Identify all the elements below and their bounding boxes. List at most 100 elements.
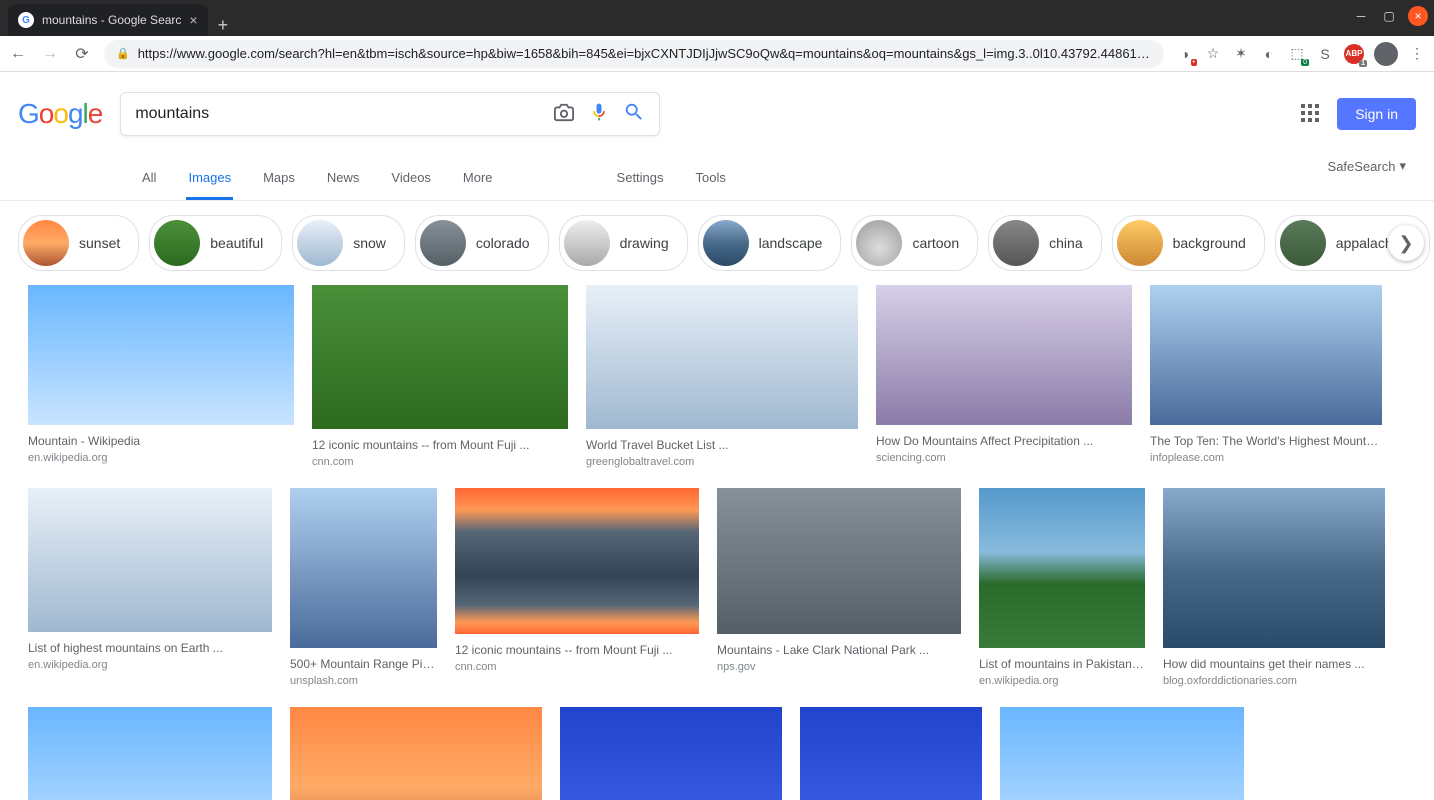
related-chips-row: sunsetbeautifulsnow colorado drawing landsc… <box>0 201 1434 285</box>
extension-icon[interactable]: ◐ <box>1260 45 1278 63</box>
result-thumb <box>455 488 699 634</box>
result-title: 500+ Mountain Range Pict... <box>290 656 437 673</box>
nav-tab-videos[interactable]: Videos <box>389 158 433 200</box>
mic-icon[interactable] <box>589 102 609 127</box>
forward-icon[interactable]: → <box>40 45 60 63</box>
image-result[interactable]: The Top Ten: The World's Highest Mountai… <box>1150 285 1382 464</box>
adblock-icon[interactable]: ABP1 <box>1344 44 1364 64</box>
settings-link[interactable]: Settings <box>615 158 666 200</box>
chip-snow[interactable]: snow <box>292 215 405 271</box>
result-source: infoplease.com <box>1150 452 1382 464</box>
result-thumb <box>1163 488 1385 648</box>
chip-cartoon[interactable]: cartoon <box>851 215 978 271</box>
chip-colorado[interactable]: colorado <box>415 215 549 271</box>
result-thumb <box>312 285 568 429</box>
nav-tab-all[interactable]: All <box>140 158 158 200</box>
nav-row: All Images Maps News Videos More Settings Too… <box>0 158 1434 201</box>
image-result[interactable] <box>1000 707 1244 800</box>
chip-thumb <box>703 220 749 266</box>
extension-icon[interactable]: ◑• <box>1176 45 1194 63</box>
image-result[interactable]: Mountains - Lake Clark National Park ...… <box>717 488 961 673</box>
profile-icon[interactable] <box>1374 42 1398 66</box>
result-title: How Do Mountains Affect Precipitation ..… <box>876 433 1132 450</box>
tab-favicon: G <box>18 12 34 28</box>
result-source: unsplash.com <box>290 675 437 687</box>
result-title: World Travel Bucket List ... <box>586 437 858 454</box>
google-logo[interactable]: Google <box>18 98 102 130</box>
reload-icon[interactable]: ⟳ <box>72 44 92 64</box>
result-title: List of highest mountains on Earth ... <box>28 640 272 657</box>
image-result[interactable]: How did mountains get their names ...blo… <box>1163 488 1385 687</box>
apps-grid-icon[interactable] <box>1301 104 1321 124</box>
result-title: Mountains - Lake Clark National Park ... <box>717 642 961 659</box>
chip-sunset[interactable]: sunset <box>18 215 139 271</box>
camera-icon[interactable] <box>553 102 575 127</box>
extension-icon[interactable]: S <box>1316 45 1334 63</box>
image-result[interactable] <box>28 707 272 800</box>
search-icon[interactable] <box>623 101 645 128</box>
result-source: sciencing.com <box>876 452 1132 464</box>
bookmark-star-icon[interactable]: ☆ <box>1204 45 1222 63</box>
new-tab-button[interactable]: + <box>208 15 239 36</box>
address-bar[interactable]: 🔒 https://www.google.com/search?hl=en&tb… <box>104 40 1164 68</box>
maximize-icon[interactable]: ▢ <box>1380 7 1398 25</box>
nav-tab-maps[interactable]: Maps <box>261 158 297 200</box>
image-result[interactable]: How Do Mountains Affect Precipitation ..… <box>876 285 1132 464</box>
chip-thumb <box>420 220 466 266</box>
result-thumb <box>586 285 858 429</box>
image-result[interactable] <box>800 707 982 800</box>
chip-landscape[interactable]: landscape <box>698 215 842 271</box>
result-source: cnn.com <box>455 661 699 673</box>
result-thumb <box>800 707 982 800</box>
chip-thumb <box>1117 220 1163 266</box>
image-result[interactable] <box>560 707 782 800</box>
chip-label: china <box>1049 235 1082 251</box>
image-result[interactable]: Mountain - Wikipediaen.wikipedia.org <box>28 285 294 464</box>
result-source: cnn.com <box>312 456 568 468</box>
result-source: en.wikipedia.org <box>979 675 1145 687</box>
close-window-icon[interactable]: × <box>1408 6 1428 26</box>
chip-background[interactable]: background <box>1112 215 1265 271</box>
browser-tab[interactable]: G mountains - Google Searc × <box>8 4 208 36</box>
nav-tab-more[interactable]: More <box>461 158 495 200</box>
result-thumb <box>28 285 294 425</box>
result-thumb <box>717 488 961 634</box>
safesearch-dropdown[interactable]: SafeSearch ▾ <box>1328 158 1406 174</box>
chip-label: colorado <box>476 235 530 251</box>
nav-tab-images[interactable]: Images <box>186 158 233 200</box>
result-thumb <box>1000 707 1244 800</box>
sign-in-button[interactable]: Sign in <box>1337 98 1416 130</box>
result-source: en.wikipedia.org <box>28 659 272 671</box>
back-icon[interactable]: ← <box>8 45 28 63</box>
search-box[interactable] <box>120 92 660 136</box>
minimize-icon[interactable]: ─ <box>1352 7 1370 25</box>
result-source: en.wikipedia.org <box>28 452 294 464</box>
image-result[interactable]: World Travel Bucket List ...greenglobalt… <box>586 285 858 468</box>
image-result[interactable]: 12 iconic mountains -- from Mount Fuji .… <box>312 285 568 468</box>
image-results: Mountain - Wikipediaen.wikipedia.org12 i… <box>0 285 1434 800</box>
image-result[interactable] <box>290 707 542 800</box>
tools-link[interactable]: Tools <box>694 158 728 200</box>
tab-close-icon[interactable]: × <box>189 12 197 28</box>
window-controls: ─ ▢ × <box>1352 6 1428 26</box>
chip-label: landscape <box>759 235 823 251</box>
extension-icon[interactable]: ⬚0 <box>1288 45 1306 63</box>
image-result[interactable]: 12 iconic mountains -- from Mount Fuji .… <box>455 488 699 673</box>
chips-next-button[interactable]: ❯ <box>1388 225 1424 261</box>
menu-icon[interactable]: ⋮ <box>1408 45 1426 63</box>
browser-toolbar: ← → ⟳ 🔒 https://www.google.com/search?hl… <box>0 36 1434 72</box>
image-result[interactable]: List of highest mountains on Earth ... en… <box>28 488 272 671</box>
search-input[interactable] <box>135 105 539 123</box>
chip-china[interactable]: china <box>988 215 1101 271</box>
image-result[interactable]: List of mountains in Pakistan - ...en.wi… <box>979 488 1145 687</box>
extensions-area: ◑• ☆ ✶ ◐ ⬚0 S ABP1 ⋮ <box>1176 42 1426 66</box>
result-title: 12 iconic mountains -- from Mount Fuji .… <box>455 642 699 659</box>
chip-beautiful[interactable]: beautiful <box>149 215 282 271</box>
extension-icon[interactable]: ✶ <box>1232 45 1250 63</box>
result-source: blog.oxforddictionaries.com <box>1163 675 1385 687</box>
chip-drawing[interactable]: drawing <box>559 215 688 271</box>
tab-title: mountains - Google Searc <box>42 13 181 27</box>
nav-tab-news[interactable]: News <box>325 158 362 200</box>
image-result[interactable]: 500+ Mountain Range Pict... unsplash.com <box>290 488 437 687</box>
page-content: Google Sign in All Images Maps News Videos Mo… <box>0 72 1434 800</box>
